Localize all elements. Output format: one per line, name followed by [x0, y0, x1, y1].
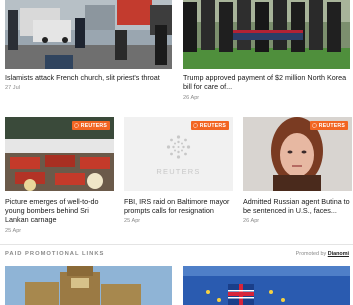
story-date: 25 Apr — [124, 218, 141, 224]
reuters-badge: REUTERS — [71, 121, 110, 130]
dianomi-link[interactable]: Dianomi — [328, 251, 349, 257]
story-image-church[interactable] — [5, 0, 172, 69]
badge-label: REUTERS — [199, 122, 226, 129]
story-date: 26 Apr — [243, 218, 260, 224]
promo-card-brexit[interactable] — [183, 266, 350, 305]
promoted-by-text: Promoted by — [295, 251, 327, 257]
paid-promotional-links-bar: PAID PROMOTIONAL LINKS Promoted by Diano… — [0, 244, 353, 262]
promo-image-brexit[interactable] — [183, 266, 350, 305]
promoted-by: Promoted by Dianomi — [296, 251, 349, 257]
badge-label: REUTERS — [318, 122, 345, 129]
story-headline[interactable]: FBI, IRS raid on Baltimore mayor prompts… — [124, 197, 233, 215]
story-image-butina[interactable]: REUTERS — [243, 117, 352, 191]
story-image-placeholder[interactable]: REUTERS REUTERS — [124, 117, 233, 191]
story-card-church[interactable]: Islamists attack French church, slit pri… — [5, 0, 172, 95]
reuters-badge: REUTERS — [190, 121, 229, 130]
placeholder-logo-text: REUTERS — [156, 167, 201, 176]
story-card-butina[interactable]: REUTERS Admitted Russian agent Butina to… — [243, 117, 352, 227]
story-date: 25 Apr — [5, 228, 22, 234]
story-card-sri-lanka[interactable]: REUTERS Picture emerges of well-to-do yo… — [5, 117, 114, 237]
reuters-logo-icon — [192, 123, 198, 128]
story-headline[interactable]: Picture emerges of well-to-do young bomb… — [5, 197, 114, 225]
story-image-trump[interactable] — [183, 0, 350, 69]
reuters-badge: REUTERS — [309, 121, 348, 130]
story-date: 26 Apr — [183, 95, 200, 101]
reuters-logo-icon — [311, 123, 317, 128]
story-headline[interactable]: Admitted Russian agent Butina to be sent… — [243, 197, 352, 215]
reuters-logo-icon — [73, 123, 79, 128]
story-card-trump[interactable]: Trump approved payment of $2 million Nor… — [183, 0, 350, 104]
promo-image-london[interactable] — [5, 266, 172, 305]
story-image-sri-lanka[interactable]: REUTERS — [5, 117, 114, 191]
story-headline[interactable]: Islamists attack French church, slit pri… — [5, 73, 170, 82]
story-headline[interactable]: Trump approved payment of $2 million Nor… — [183, 73, 348, 91]
badge-label: REUTERS — [80, 122, 107, 129]
promo-card-london[interactable] — [5, 266, 172, 305]
story-card-baltimore[interactable]: REUTERS REUTERS FBI, IRS raid on Baltimo… — [124, 117, 233, 227]
promo-label: PAID PROMOTIONAL LINKS — [5, 251, 105, 257]
story-date: 27 Jul — [5, 85, 20, 91]
